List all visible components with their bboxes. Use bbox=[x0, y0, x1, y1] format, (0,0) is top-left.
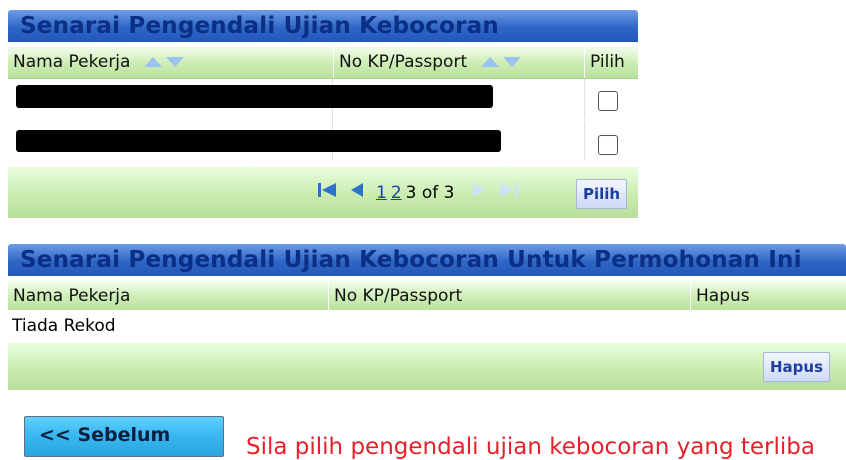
column-header-nama-pekerja: Nama Pekerja bbox=[13, 286, 131, 306]
column-header-no-kp: No KP/Passport bbox=[328, 280, 690, 312]
column-header-pilih: Pilih bbox=[584, 46, 638, 78]
select-button[interactable]: Pilih bbox=[576, 179, 628, 209]
panel-selected-operators: Senarai Pengendali Ujian Kebocoran Untuk… bbox=[8, 244, 846, 390]
panel1-footer: 1 2 3 of 3 Pilih bbox=[8, 167, 638, 218]
last-page-icon bbox=[498, 181, 520, 204]
sort-arrows-icon[interactable] bbox=[480, 46, 521, 78]
panel1-header-row: Nama Pekerja No KP/Passport Pilih bbox=[8, 46, 638, 79]
column-header-hapus: Hapus bbox=[690, 280, 846, 312]
panel2-title: Senarai Pengendali Ujian Kebocoran Untuk… bbox=[8, 244, 846, 276]
sort-arrows-icon[interactable] bbox=[143, 46, 184, 78]
panel2-footer: Hapus bbox=[8, 343, 846, 390]
panel1-title: Senarai Pengendali Ujian Kebocoran bbox=[8, 10, 638, 42]
redacted-text bbox=[16, 130, 501, 152]
table-row bbox=[8, 79, 638, 119]
redacted-text bbox=[16, 85, 493, 108]
table-row bbox=[8, 121, 638, 161]
first-page-icon[interactable] bbox=[316, 181, 338, 204]
page-summary: 3 of 3 bbox=[405, 182, 455, 203]
previous-page-icon[interactable] bbox=[348, 181, 366, 204]
next-page-icon bbox=[470, 181, 488, 204]
column-header-label: Nama Pekerja bbox=[13, 52, 131, 72]
warning-message: Sila pilih pengendali ujian kebocoran ya… bbox=[246, 434, 815, 460]
column-header-no-kp[interactable]: No KP/Passport bbox=[333, 46, 584, 78]
column-header-label: No KP/Passport bbox=[339, 52, 468, 72]
page-link-1[interactable]: 1 bbox=[376, 183, 387, 203]
select-checkbox[interactable] bbox=[598, 91, 618, 111]
page-link-2[interactable]: 2 bbox=[391, 183, 402, 203]
delete-button[interactable]: Hapus bbox=[763, 352, 831, 382]
previous-button[interactable]: << Sebelum bbox=[24, 416, 224, 457]
panel2-header-row: Nama Pekerja No KP/Passport Hapus bbox=[8, 280, 846, 313]
column-header-nama-pekerja[interactable]: Nama Pekerja bbox=[8, 46, 332, 78]
panel-available-operators: Senarai Pengendali Ujian Kebocoran Nama … bbox=[8, 10, 638, 218]
empty-row: Tiada Rekod bbox=[8, 310, 846, 343]
pagination: 1 2 3 of 3 bbox=[316, 167, 530, 218]
select-checkbox[interactable] bbox=[598, 135, 618, 155]
